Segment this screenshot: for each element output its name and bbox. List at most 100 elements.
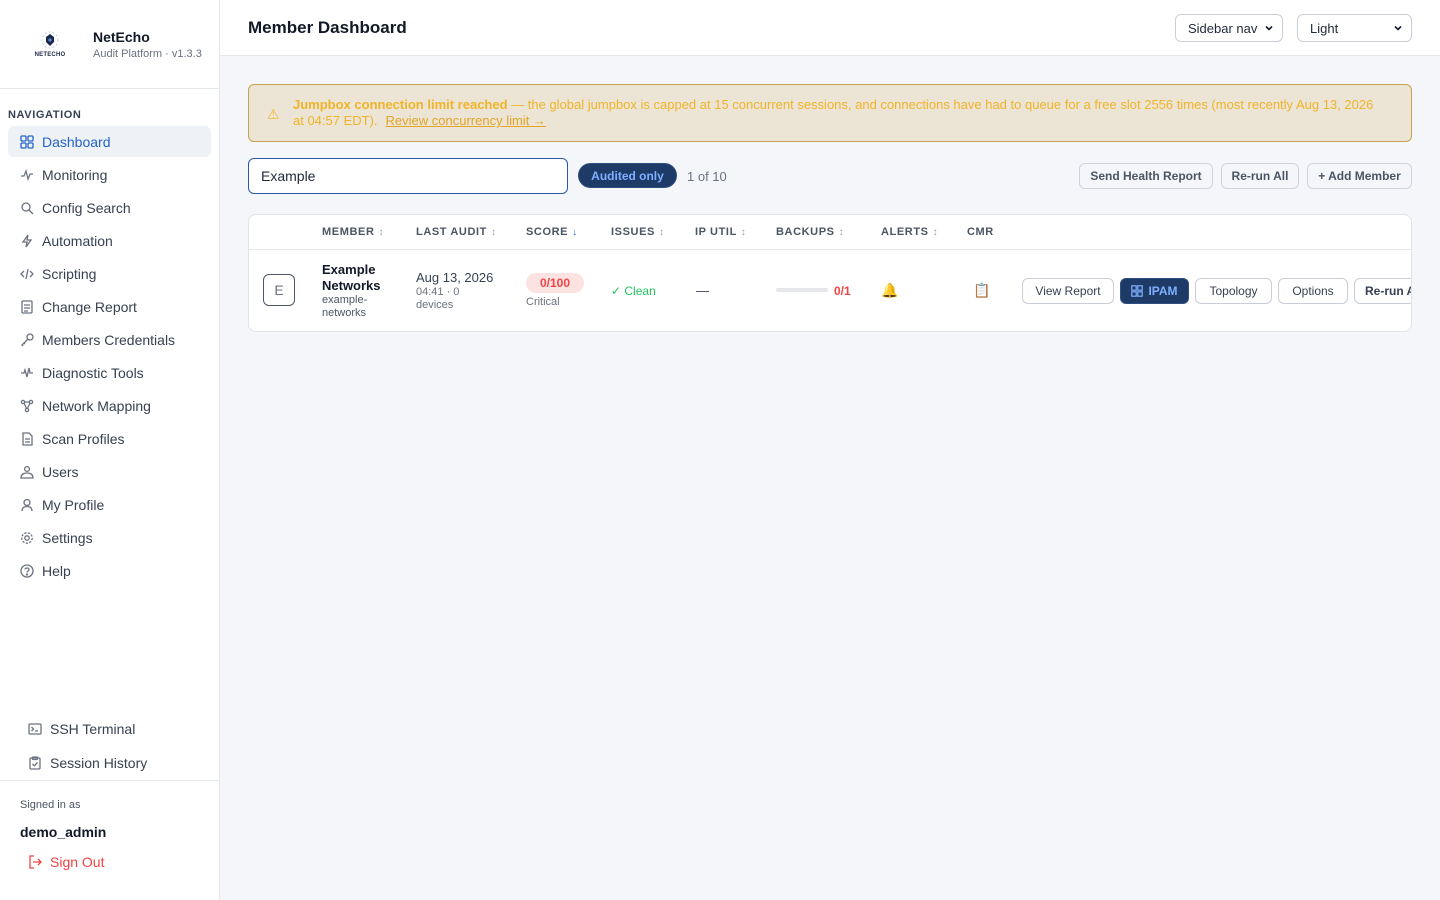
sidebar-item-my-profile[interactable]: My Profile	[8, 489, 211, 520]
column-issues[interactable]: ISSUES ↕	[611, 226, 665, 238]
issues-status: ✓ Clean	[611, 284, 656, 298]
chevron-down-icon	[1265, 25, 1273, 31]
sidebar-item-scripting[interactable]: Scripting	[8, 258, 211, 289]
ipam-label: IPAM	[1148, 284, 1178, 298]
column-label: SCORE	[526, 226, 569, 238]
column-score[interactable]: SCORE ↓	[526, 226, 578, 238]
sidebar: NETECHO NetEcho Audit Platform · v1.3.3 …	[0, 0, 220, 900]
member-slug: example-networks	[322, 294, 368, 319]
theme-value: Light	[1310, 20, 1339, 36]
sidebar-item-automation[interactable]: Automation	[8, 225, 211, 256]
nav-heading: NAVIGATION	[8, 109, 82, 121]
logo-text: NETECHO	[34, 52, 66, 58]
sidebar-item-label: Network Mapping	[42, 397, 151, 414]
audited-only-filter[interactable]: Audited only	[578, 163, 677, 188]
options-button[interactable]: Options	[1278, 278, 1348, 304]
send-health-report-button[interactable]: Send Health Report	[1079, 163, 1213, 189]
brand-logo[interactable]: NETECHO	[30, 24, 70, 64]
sidebar-item-label: Scripting	[42, 265, 97, 282]
column-ip-util[interactable]: IP UTIL ↕	[695, 226, 747, 238]
sidebar-divider	[0, 780, 219, 781]
activity-icon	[20, 168, 34, 182]
sidebar-item-users[interactable]: Users	[8, 456, 211, 487]
sidebar-item-help[interactable]: Help	[8, 555, 211, 586]
column-backups[interactable]: BACKUPS ↕	[776, 226, 844, 238]
sidebar-item-label: Config Search	[42, 199, 131, 216]
help-icon	[20, 563, 34, 578]
sort-icon: ↕	[932, 227, 939, 238]
sidebar-item-scan-profiles[interactable]: Scan Profiles	[8, 423, 211, 454]
page-title: Member Dashboard	[248, 18, 407, 37]
sidebar-item-ssh-terminal[interactable]: SSH Terminal	[20, 713, 210, 745]
bell-icon[interactable]: 🔔	[881, 282, 898, 299]
column-last-audit[interactable]: LAST AUDIT ↕	[416, 226, 497, 238]
sidebar-item-dashboard[interactable]: Dashboard	[8, 126, 211, 157]
column-alerts[interactable]: ALERTS ↕	[881, 226, 938, 238]
search-value: Example	[261, 168, 316, 184]
sidebar-item-label: Automation	[42, 232, 113, 249]
pulse-icon	[20, 366, 34, 380]
sidebar-item-label: SSH Terminal	[50, 721, 136, 737]
sidebar-item-label: Users	[42, 463, 79, 480]
column-label: IP UTIL	[695, 226, 737, 238]
theme-select[interactable]: Light	[1297, 14, 1412, 42]
sidebar-item-label: My Profile	[42, 496, 105, 513]
sidebar-item-session-history[interactable]: Session History	[20, 747, 210, 779]
column-label: ALERTS	[881, 226, 929, 238]
add-member-button[interactable]: + Add Member	[1307, 163, 1412, 189]
sidebar-item-change-report[interactable]: Change Report	[8, 291, 211, 322]
brand-subtitle: Audit Platform · v1.3.3	[93, 47, 202, 60]
grid-icon	[1131, 285, 1144, 297]
sidebar-item-label: Monitoring	[42, 166, 108, 183]
score-label: Critical	[526, 296, 560, 308]
user-icon	[20, 498, 34, 512]
file-icon	[20, 431, 34, 446]
grid-icon	[20, 134, 34, 149]
last-audit-date: Aug 13, 2026	[416, 270, 494, 285]
last-audit-detail: 04:41 · 0 devices	[416, 286, 460, 311]
view-report-button[interactable]: View Report	[1022, 278, 1114, 304]
member-name[interactable]: Example Networks	[322, 262, 402, 294]
sidebar-item-config-search[interactable]: Config Search	[8, 192, 211, 223]
table-header: MEMBER ↕ LAST AUDIT ↕ SCORE ↓ ISSUES ↕ IP UT…	[249, 215, 1411, 250]
sidebar-item-diagnostic-tools[interactable]: Diagnostic Tools	[8, 357, 211, 388]
members-table: MEMBER ↕ LAST AUDIT ↕ SCORE ↓ ISSUES ↕ IP UT…	[248, 214, 1412, 332]
top-header: Member Dashboard Sidebar nav Light	[220, 0, 1440, 56]
logo-icon	[41, 31, 59, 49]
document-icon	[20, 299, 34, 314]
sign-out-button[interactable]: Sign Out	[28, 854, 104, 870]
clipboard-icon[interactable]: 📋	[973, 282, 990, 299]
avatar: E	[263, 274, 295, 306]
rerun-all-button[interactable]: Re-run All	[1221, 163, 1299, 189]
sidebar-tools: SSH Terminal Session History	[20, 713, 210, 781]
sidebar-item-label: Help	[42, 562, 71, 579]
users-icon	[20, 465, 34, 479]
column-cmr: CMR	[967, 226, 994, 238]
backups-value: 0/1	[834, 284, 851, 298]
member-search-input[interactable]: Example	[248, 158, 568, 194]
review-concurrency-link[interactable]: Review concurrency limit →	[386, 113, 546, 128]
code-icon	[20, 267, 34, 281]
sidebar-item-settings[interactable]: Settings	[8, 522, 211, 553]
topology-button[interactable]: Topology	[1195, 278, 1272, 304]
sort-icon: ↕	[378, 227, 385, 238]
nav-mode-select[interactable]: Sidebar nav	[1175, 14, 1283, 42]
rerun-audit-button[interactable]: Re-run A	[1354, 278, 1411, 304]
column-label: BACKUPS	[776, 226, 835, 238]
brand-name: NetEcho	[93, 28, 150, 45]
search-icon	[20, 201, 34, 215]
column-label: CMR	[967, 226, 994, 238]
clipboard-icon	[28, 756, 42, 770]
column-member[interactable]: MEMBER ↕	[322, 226, 384, 238]
ipam-button[interactable]: IPAM	[1120, 278, 1189, 304]
sort-icon: ↕	[740, 227, 747, 238]
sidebar-item-network-mapping[interactable]: Network Mapping	[8, 390, 211, 421]
network-icon	[20, 399, 34, 413]
sidebar-item-members-credentials[interactable]: Members Credentials	[8, 324, 211, 355]
column-label: MEMBER	[322, 226, 375, 238]
sign-out-icon	[29, 855, 42, 869]
key-icon	[20, 332, 34, 347]
signed-in-username: demo_admin	[20, 824, 107, 840]
sidebar-item-monitoring[interactable]: Monitoring	[8, 159, 211, 190]
warning-icon: ⚠	[267, 106, 280, 122]
